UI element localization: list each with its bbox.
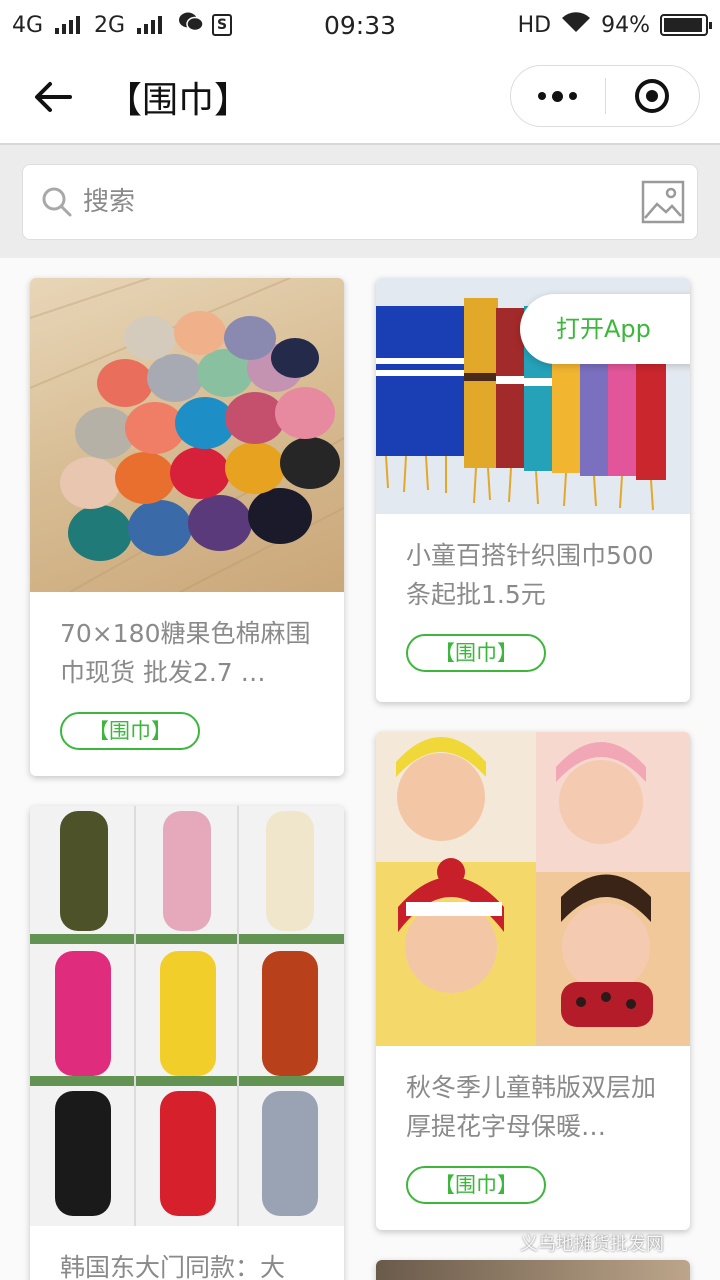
product-card[interactable]: 打开App 小童百搭针织围巾500条起批1.5元 【围巾】 [376, 278, 690, 702]
product-card[interactable]: 70×180糖果色棉麻围巾现货 批发2.7 … 【围巾】 [30, 278, 344, 776]
product-image [376, 732, 690, 1046]
page-title: 【围巾】 [106, 79, 251, 121]
target-icon [635, 79, 670, 113]
product-list: 70×180糖果色棉麻围巾现货 批发2.7 … 【围巾】 打开App 小童百搭针… [0, 258, 720, 1280]
product-card[interactable] [376, 1260, 690, 1280]
battery-icon [660, 14, 712, 36]
wechat-icon [178, 11, 204, 39]
network-4g-label: 4G [12, 12, 44, 38]
mini-program-capsule [510, 65, 700, 127]
product-image [30, 806, 344, 1226]
search-area [0, 146, 720, 258]
product-image [30, 278, 344, 592]
open-app-button[interactable]: 打开App [520, 294, 690, 364]
battery-percent: 94% [601, 12, 650, 38]
more-dots-icon [538, 90, 578, 102]
category-tag[interactable]: 【围巾】 [406, 634, 546, 672]
product-card[interactable]: 韩国东大门同款：大 [30, 806, 344, 1280]
status-left: 4G 2G S [12, 11, 233, 39]
close-program-button[interactable] [606, 66, 700, 126]
search-input[interactable] [83, 187, 603, 217]
search-icon [42, 187, 72, 217]
product-image: 打开App [376, 278, 690, 514]
network-2g-label: 2G [94, 12, 126, 38]
watermark-text: 义乌地摊货批发网 [520, 1234, 664, 1255]
signal-icon [137, 16, 163, 34]
search-box[interactable] [22, 164, 698, 240]
category-tag[interactable]: 【围巾】 [406, 1166, 546, 1204]
wifi-icon [561, 11, 591, 39]
status-right: HD 94% [517, 11, 712, 39]
product-title: 70×180糖果色棉麻围巾现货 批发2.7 … [60, 619, 311, 687]
product-card[interactable]: 秋冬季儿童韩版双层加厚提花字母保暖… 【围巾】 [376, 732, 690, 1230]
category-tag[interactable]: 【围巾】 [60, 712, 200, 750]
product-title: 韩国东大门同款：大 [60, 1253, 286, 1280]
nav-bar: 【围巾】 [0, 50, 720, 145]
signal-icon [55, 16, 81, 34]
arrow-left-icon [35, 81, 72, 112]
back-button[interactable] [18, 62, 88, 132]
hd-label: HD [517, 12, 552, 38]
more-button[interactable] [511, 66, 605, 126]
image-search-icon[interactable] [641, 180, 685, 224]
status-bar: 4G 2G S 09:33 HD 94% [0, 0, 720, 50]
product-title: 秋冬季儿童韩版双层加厚提花字母保暖… [406, 1073, 657, 1141]
product-title: 小童百搭针织围巾500条起批1.5元 [406, 541, 654, 609]
product-image [376, 1260, 690, 1280]
s-app-icon: S [212, 14, 233, 36]
